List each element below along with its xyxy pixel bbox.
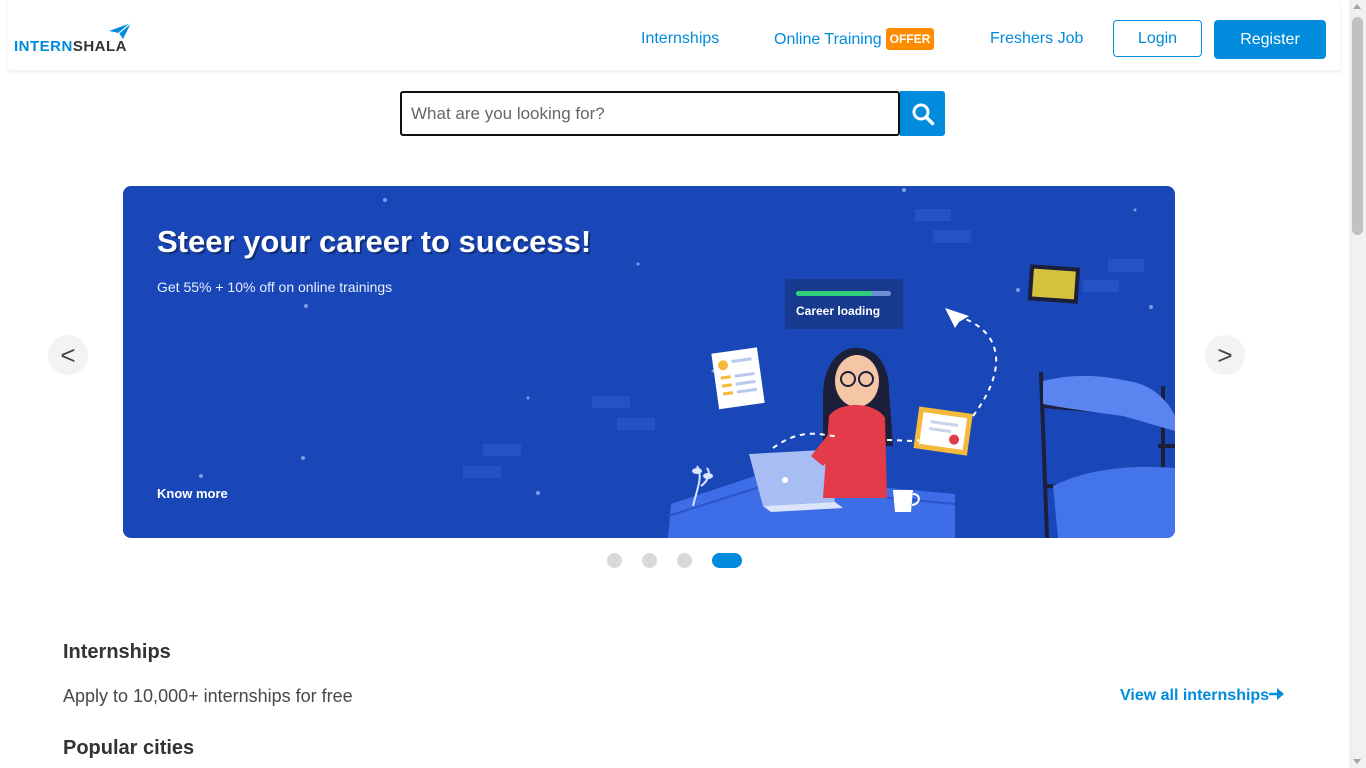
promo-banner[interactable]: Steer your career to success! Get 55% + … [123,186,1175,538]
carousel-dot[interactable] [642,553,657,568]
internshala-logo[interactable]: INTERNSHALA [14,22,144,56]
scroll-down-arrow-icon[interactable] [1353,759,1361,764]
know-more-link[interactable]: Know more [157,486,228,501]
career-loading-progress-track [796,291,891,296]
scroll-thumb[interactable] [1352,17,1363,235]
search-button[interactable] [900,91,945,136]
carousel-dot-active[interactable] [712,553,742,568]
nav-online-training-label: Online Training [774,31,882,48]
carousel-prev-button[interactable]: < [48,335,88,375]
top-navbar: INTERNSHALA Internships Online Training O… [8,0,1340,70]
nav-online-training[interactable]: Online Training OFFER [774,28,935,50]
career-loading-progress-fill [796,291,872,296]
scroll-up-arrow-icon[interactable] [1353,4,1361,9]
view-all-internships-link[interactable]: View all internships [1120,687,1285,705]
popular-cities-title: Popular cities [63,737,195,759]
carousel-dot[interactable] [677,553,692,568]
view-all-internships-label: View all internships [1120,687,1270,704]
nav-freshers-job[interactable]: Freshers Job [990,30,1083,48]
search-input[interactable] [400,91,900,136]
register-button[interactable]: Register [1214,20,1326,59]
search-icon [912,103,934,125]
logo-wordmark: INTERNSHALA [14,38,128,55]
banner-subtitle: Get 55% + 10% off on online trainings [157,279,393,295]
career-loading-card: Career loading [785,279,903,329]
career-loading-label: Career loading [796,304,881,318]
nav-internships[interactable]: Internships [641,30,719,48]
carousel-next-button[interactable]: > [1205,335,1245,375]
login-button[interactable]: Login [1113,20,1202,57]
internships-section-title: Internships [63,641,171,663]
banner-title: Steer your career to success! [157,224,592,259]
arrow-right-icon [1269,688,1285,700]
internships-section-subtitle: Apply to 10,000+ internships for free [63,686,353,706]
carousel-dot[interactable] [607,553,622,568]
offer-badge: OFFER [885,28,935,50]
page-scrollbar[interactable] [1349,0,1366,768]
